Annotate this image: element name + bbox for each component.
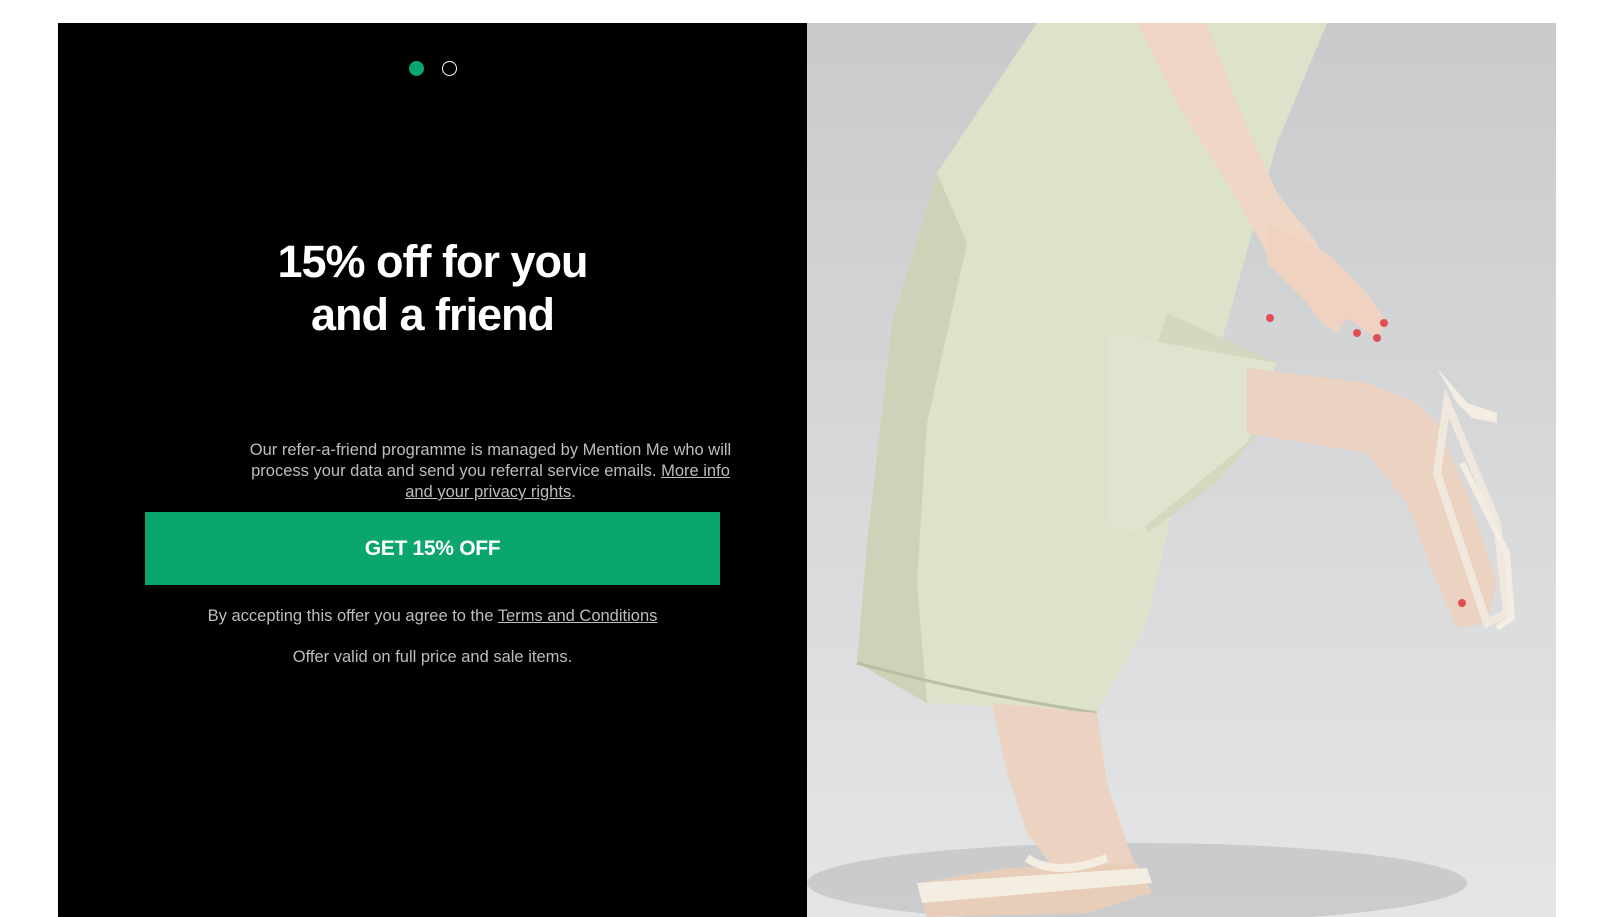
headline-line-1: 15% off for you bbox=[277, 236, 588, 287]
terms-notice: By accepting this offer you agree to the… bbox=[58, 607, 807, 626]
product-photo bbox=[807, 23, 1556, 917]
pager-dot-1[interactable] bbox=[408, 61, 424, 76]
offer-validity-text: Offer valid on full price and sale items… bbox=[292, 648, 573, 666]
headline-line-2: and a friend bbox=[310, 289, 555, 340]
privacy-suffix: . bbox=[571, 483, 576, 501]
offer-panel: 15% off for you and a friend Our refer-a… bbox=[58, 23, 807, 917]
get-discount-button[interactable]: GET 15% OFF bbox=[145, 512, 720, 585]
model-photo-illustration bbox=[807, 23, 1516, 917]
referral-modal: 15% off for you and a friend Our refer-a… bbox=[58, 23, 1556, 917]
carousel-pager bbox=[58, 61, 807, 76]
offer-headline: 15% off for you and a friend bbox=[58, 235, 807, 341]
privacy-text: Our refer-a-friend programme is managed … bbox=[249, 441, 732, 480]
terms-text: By accepting this offer you agree to the bbox=[207, 607, 494, 625]
terms-link[interactable]: Terms and Conditions bbox=[498, 607, 658, 625]
pager-dot-2[interactable] bbox=[441, 61, 457, 76]
privacy-notice: Our refer-a-friend programme is managed … bbox=[243, 440, 738, 503]
